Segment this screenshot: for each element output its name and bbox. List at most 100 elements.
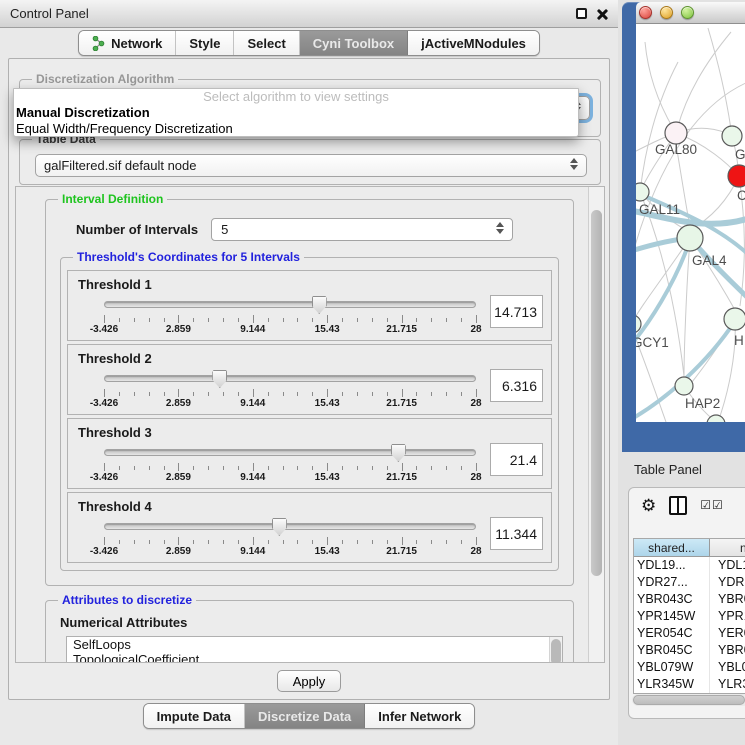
table-cell[interactable]: YDR2 <box>710 574 745 591</box>
tab-style[interactable]: Style <box>176 31 234 55</box>
network-nodes[interactable] <box>636 122 745 422</box>
columns-icon[interactable] <box>669 496 687 515</box>
tab-infer-network[interactable]: Infer Network <box>365 704 474 728</box>
table-cell[interactable]: YBR0 <box>710 591 745 608</box>
tab-select[interactable]: Select <box>234 31 299 55</box>
tab-network[interactable]: Network <box>79 31 176 55</box>
slider-tick <box>476 463 477 471</box>
slider-tick <box>178 537 179 545</box>
tab-impute-data[interactable]: Impute Data <box>144 704 245 728</box>
close-icon[interactable] <box>596 8 608 20</box>
slider-tick <box>283 392 284 396</box>
column-header-name[interactable]: n <box>710 539 745 556</box>
zoom-traffic-light-icon[interactable] <box>681 6 694 19</box>
tab-cyni-toolbox[interactable]: Cyni Toolbox <box>300 31 408 55</box>
slider-handle[interactable] <box>272 518 287 536</box>
attributes-legend: Attributes to discretize <box>58 593 196 608</box>
table-cell[interactable]: YLR345W <box>634 676 710 693</box>
table-row[interactable]: YLR345WYLR3 <box>634 676 745 693</box>
tab-discretize-data[interactable]: Discretize Data <box>245 704 365 728</box>
attribute-list-item[interactable]: TopologicalCoefficient <box>67 652 562 662</box>
table-row[interactable]: YBL079WYBL0 <box>634 659 745 676</box>
threshold-value-field[interactable]: 6.316 <box>490 369 543 402</box>
threshold-box-4: Threshold 4-3.4262.8599.14415.4321.71528… <box>67 492 552 563</box>
number-of-intervals-spinner[interactable]: 5 <box>211 218 513 241</box>
slider-tick <box>402 315 403 323</box>
table-row[interactable]: YDL19...YDL1 <box>634 557 745 574</box>
slider-tick <box>312 392 313 396</box>
threshold-slider[interactable]: -3.4262.8599.14415.4321.71528 <box>104 295 476 335</box>
slider-tick-label: 21.715 <box>386 398 417 409</box>
slider-tick <box>268 392 269 396</box>
table-cell[interactable]: YPR145W <box>634 608 710 625</box>
slider-tick <box>357 466 358 470</box>
apply-button[interactable]: Apply <box>277 670 341 692</box>
close-traffic-light-icon[interactable] <box>639 6 652 19</box>
slider-tick <box>387 392 388 396</box>
slider-tick <box>193 540 194 544</box>
threshold-value-field[interactable]: 21.4 <box>490 443 543 476</box>
settings-vertical-scrollbar[interactable] <box>588 187 604 662</box>
slider-handle[interactable] <box>312 296 327 314</box>
table-cell[interactable]: YLR3 <box>710 676 745 693</box>
slider-tick <box>431 540 432 544</box>
tab-jactivemnodules[interactable]: jActiveMNodules <box>408 31 539 55</box>
table-cell[interactable]: YER0 <box>710 625 745 642</box>
table-row[interactable]: YPR145WYPR1 <box>634 608 745 625</box>
table-cell[interactable]: YDR27... <box>634 574 710 591</box>
threshold-slider[interactable]: -3.4262.8599.14415.4321.71528 <box>104 443 476 483</box>
attribute-list-item[interactable]: SelfLoops <box>67 637 562 652</box>
node-top-right <box>722 126 742 146</box>
threshold-value-field[interactable]: 11.344 <box>490 517 543 550</box>
node-table[interactable]: shared... n YDL19...YDL1YDR27...YDR2YBR0… <box>633 538 745 694</box>
slider-tick-label: 2.859 <box>166 324 191 335</box>
slider-tick <box>253 315 254 323</box>
float-window-icon[interactable] <box>576 8 587 19</box>
table-cell[interactable]: YBR043C <box>634 591 710 608</box>
slider-track[interactable] <box>104 375 476 382</box>
table-row[interactable]: YER054CYER0 <box>634 625 745 642</box>
minimize-traffic-light-icon[interactable] <box>660 6 673 19</box>
slider-track[interactable] <box>104 449 476 456</box>
table-data-selected: galFiltered.sif default node <box>44 158 196 173</box>
threshold-slider[interactable]: -3.4262.8599.14415.4321.71528 <box>104 517 476 557</box>
label-hap2: HAP2 <box>685 396 720 411</box>
table-row[interactable]: YBR043CYBR0 <box>634 591 745 608</box>
table-row[interactable]: YDR27...YDR2 <box>634 574 745 591</box>
table-cell[interactable]: YPR1 <box>710 608 745 625</box>
table-data-combobox[interactable]: galFiltered.sif default node <box>35 154 587 177</box>
table-cell[interactable]: YDL1 <box>710 557 745 574</box>
numerical-attributes-label: Numerical Attributes <box>60 615 573 630</box>
slider-tick <box>268 540 269 544</box>
interval-definition-group: Interval Definition Number of Intervals … <box>45 199 574 586</box>
table-cell[interactable]: YBL0 <box>710 659 745 676</box>
table-cell[interactable]: YBR0 <box>710 642 745 659</box>
column-header-shared[interactable]: shared... <box>634 539 710 556</box>
slider-tick <box>446 392 447 396</box>
slider-track[interactable] <box>104 301 476 308</box>
slider-tick <box>416 466 417 470</box>
numerical-attributes-list[interactable]: SelfLoopsTopologicalCoefficientBetweenne… <box>66 636 563 662</box>
table-panel-title: Table Panel <box>634 462 702 477</box>
slider-tick <box>476 537 477 545</box>
table-data-group: Table Data galFiltered.sif default node <box>19 139 601 185</box>
popup-item-manual-discretization[interactable]: Manual Discretization <box>14 105 578 121</box>
threshold-value-field[interactable]: 14.713 <box>490 295 543 328</box>
threshold-slider[interactable]: -3.4262.8599.14415.4321.71528 <box>104 369 476 409</box>
table-cell[interactable]: YDL19... <box>634 557 710 574</box>
slider-tick <box>327 463 328 471</box>
table-cell[interactable]: YBR045C <box>634 642 710 659</box>
network-canvas[interactable]: GAL80 GA GAL11 C GAL4 GCY1 H HAP2 <box>636 24 745 422</box>
select-checkboxes-icon[interactable]: ☑☑ <box>700 498 724 512</box>
popup-item-equal-width[interactable]: Equal Width/Frequency Discretization <box>14 121 578 137</box>
attributes-scrollbar[interactable] <box>549 637 562 662</box>
slider-track[interactable] <box>104 523 476 530</box>
slider-handle[interactable] <box>212 370 227 388</box>
slider-handle[interactable] <box>391 444 406 462</box>
table-cell[interactable]: YBL079W <box>634 659 710 676</box>
slider-tick <box>342 392 343 396</box>
table-cell[interactable]: YER054C <box>634 625 710 642</box>
table-row[interactable]: YBR045CYBR0 <box>634 642 745 659</box>
table-horizontal-scrollbar[interactable] <box>632 694 745 706</box>
gear-icon[interactable]: ⚙ <box>641 497 656 514</box>
